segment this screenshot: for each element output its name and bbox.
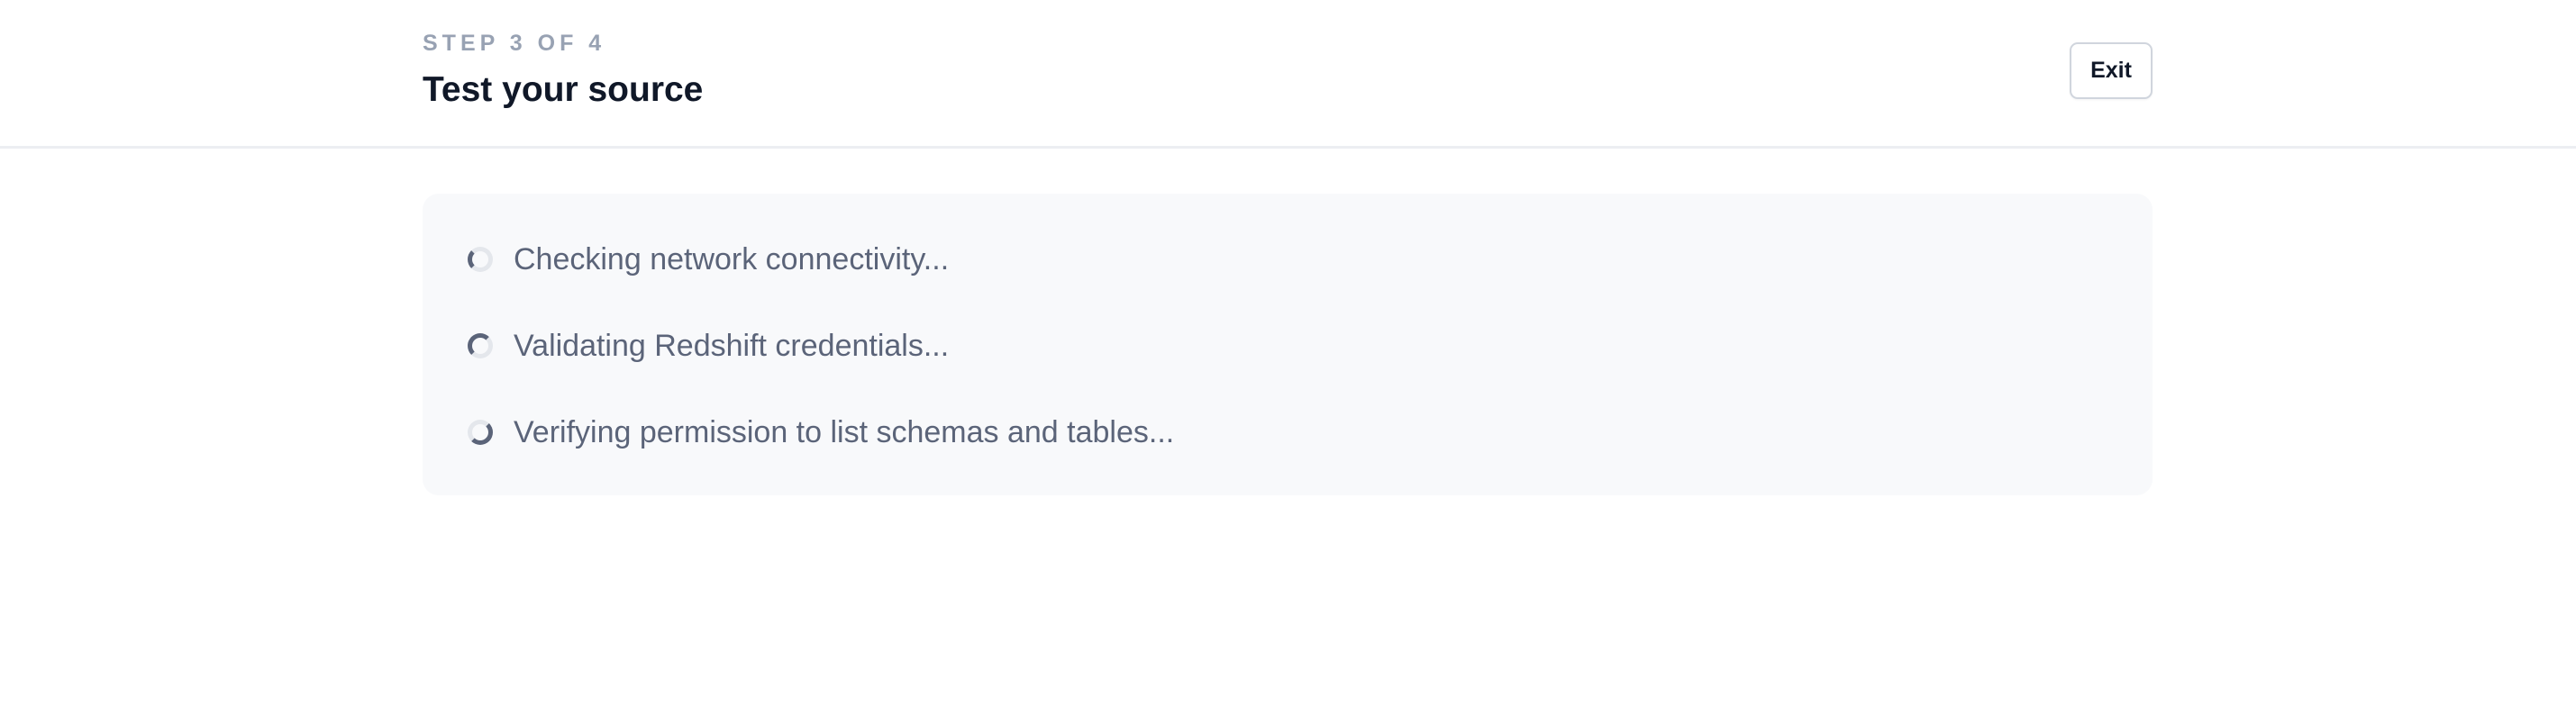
check-item-network: Checking network connectivity... xyxy=(468,237,949,282)
loading-spinner-icon xyxy=(468,333,493,358)
exit-button[interactable]: Exit xyxy=(2070,42,2153,99)
check-item-permissions: Verifying permission to list schemas and… xyxy=(468,410,1174,455)
check-label: Verifying permission to list schemas and… xyxy=(514,415,1175,449)
page-title: Test your source xyxy=(423,70,704,109)
connection-test-panel: Checking network connectivity... Validat… xyxy=(423,194,2153,495)
check-label: Validating Redshift credentials... xyxy=(514,329,950,363)
loading-spinner-icon xyxy=(468,420,493,445)
check-item-credentials: Validating Redshift credentials... xyxy=(468,323,949,368)
loading-spinner-icon xyxy=(468,247,493,272)
check-label: Checking network connectivity... xyxy=(514,242,950,276)
wizard-header: STEP 3 OF 4 Test your source Exit xyxy=(0,0,2576,149)
step-indicator: STEP 3 OF 4 xyxy=(423,31,606,56)
